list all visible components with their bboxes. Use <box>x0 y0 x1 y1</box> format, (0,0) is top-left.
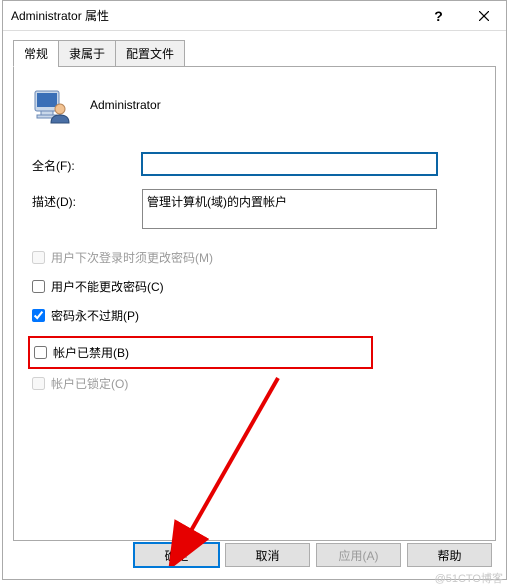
checkbox-locked-row: 帐户已锁定(O) <box>32 375 477 392</box>
tab-strip: 常规 隶属于 配置文件 <box>13 40 496 67</box>
close-button[interactable] <box>461 1 506 31</box>
close-icon <box>479 11 489 21</box>
help-button[interactable]: ? <box>416 1 461 31</box>
user-icon <box>32 85 72 125</box>
highlight-box: 帐户已禁用(B) <box>28 336 373 369</box>
checkbox-disabled-label: 帐户已禁用(B) <box>53 344 129 361</box>
titlebar[interactable]: Administrator 属性 ? <box>3 1 506 31</box>
apply-button: 应用(A) <box>316 543 401 567</box>
help-button-bottom[interactable]: 帮助 <box>407 543 492 567</box>
fullname-label: 全名(F): <box>32 153 142 174</box>
description-label: 描述(D): <box>32 189 142 210</box>
tab-general[interactable]: 常规 <box>13 40 59 67</box>
description-input[interactable] <box>142 189 437 229</box>
dialog-button-bar: 确定 取消 应用(A) 帮助 <box>134 543 492 567</box>
checkbox-locked-label: 帐户已锁定(O) <box>51 375 128 392</box>
watermark: @51CTO博客 <box>435 570 503 586</box>
checkbox-mustchange-row: 用户下次登录时须更改密码(M) <box>32 249 477 266</box>
fullname-input[interactable] <box>142 153 437 175</box>
checkbox-locked <box>32 377 45 390</box>
checkbox-cantchange-label: 用户不能更改密码(C) <box>51 278 164 295</box>
checkbox-disabled-row[interactable]: 帐户已禁用(B) <box>34 344 367 361</box>
tab-profile[interactable]: 配置文件 <box>115 40 185 67</box>
tab-memberof[interactable]: 隶属于 <box>58 40 116 67</box>
checkbox-neverexpire-row[interactable]: 密码永不过期(P) <box>32 307 477 324</box>
checkbox-cantchange[interactable] <box>32 280 45 293</box>
checkbox-neverexpire-label: 密码永不过期(P) <box>51 307 139 324</box>
checkbox-disabled[interactable] <box>34 346 47 359</box>
checkbox-mustchange-label: 用户下次登录时须更改密码(M) <box>51 249 213 266</box>
dialog-window: Administrator 属性 ? 常规 隶属于 配置文件 <box>2 0 507 580</box>
checkbox-cantchange-row[interactable]: 用户不能更改密码(C) <box>32 278 477 295</box>
cancel-button[interactable]: 取消 <box>225 543 310 567</box>
ok-button[interactable]: 确定 <box>134 543 219 567</box>
window-title: Administrator 属性 <box>11 7 416 24</box>
checkbox-neverexpire[interactable] <box>32 309 45 322</box>
username-display: Administrator <box>90 98 161 112</box>
checkbox-mustchange <box>32 251 45 264</box>
tab-panel-general: Administrator 全名(F): 描述(D): 用户下次登录时须更改密码… <box>13 66 496 541</box>
